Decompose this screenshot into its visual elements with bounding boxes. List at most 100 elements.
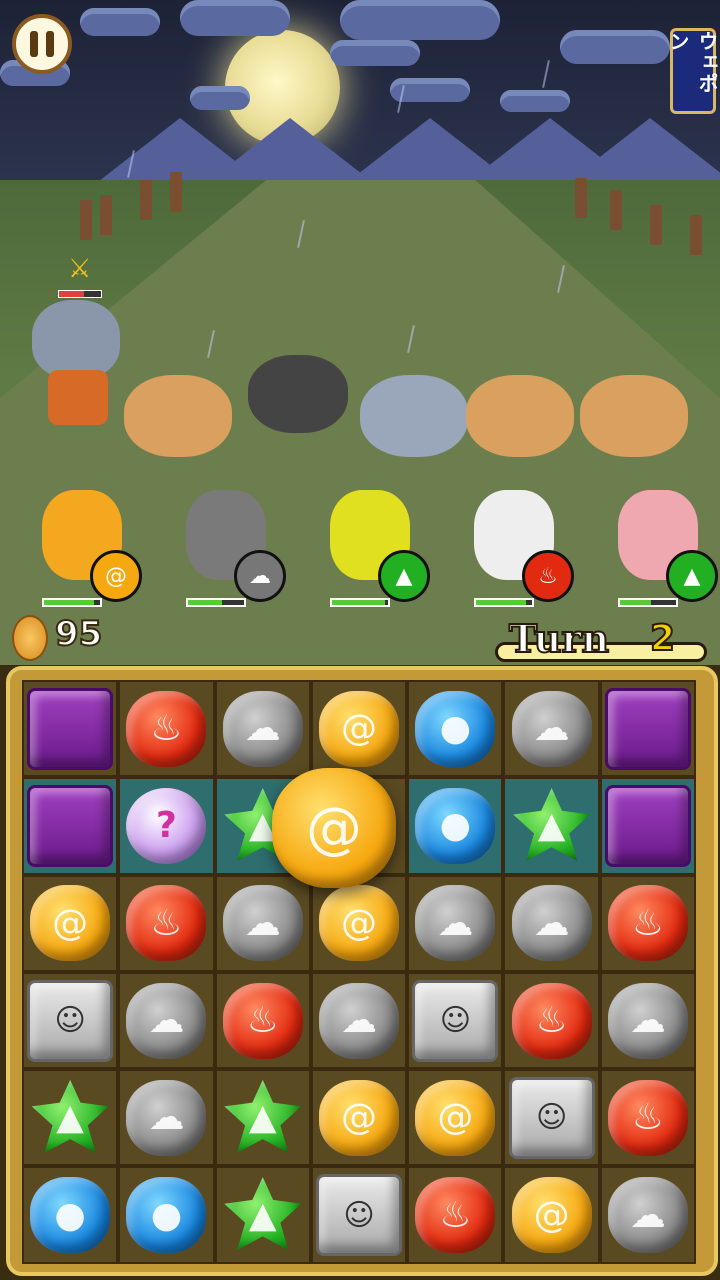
fence-post	[170, 172, 182, 212]
stone-tile[interactable]: ☺	[316, 1174, 403, 1257]
board-cell	[599, 777, 697, 875]
earth-tile[interactable]: ▲	[224, 1177, 302, 1251]
party-hp-bar	[474, 598, 534, 607]
pause-icon	[46, 31, 54, 57]
enemy-blob[interactable]	[580, 375, 688, 457]
held-wind-tile[interactable]: @	[272, 768, 396, 888]
party-member-fire[interactable]: ♨	[454, 480, 574, 610]
weapon-button[interactable]: ウェポン	[666, 28, 719, 114]
dark-tile[interactable]: ☁	[607, 982, 688, 1059]
stone-tile[interactable]: ☺	[27, 979, 114, 1062]
enemy-hp-bar	[58, 290, 102, 298]
enemy-hp-fill	[59, 291, 85, 297]
board-cell: ♨	[599, 1069, 697, 1167]
wind-tile[interactable]: @	[415, 1079, 496, 1156]
party-hp-fill	[620, 600, 651, 605]
fire-tile[interactable]: ♨	[222, 982, 303, 1059]
enemy-blob[interactable]	[466, 375, 574, 457]
block-tile[interactable]	[604, 784, 691, 867]
cloud	[180, 0, 290, 36]
board-cell: ☁	[503, 874, 600, 972]
dark-tile[interactable]: ☁	[415, 885, 496, 962]
wind-tile[interactable]: @	[319, 885, 400, 962]
dark-tile[interactable]: ☁	[511, 885, 592, 962]
board-cell: ♨	[599, 874, 697, 972]
board-cell: @	[503, 1166, 600, 1264]
wind-tile[interactable]: @	[319, 1079, 400, 1156]
earth-tile[interactable]: ▲	[31, 1079, 109, 1153]
enemy-blob[interactable]	[360, 375, 468, 457]
tornado-icon: @	[90, 550, 142, 602]
earth-tile[interactable]: ▲	[224, 1079, 302, 1153]
board-cell: ☁	[503, 680, 600, 778]
water-tile[interactable]: ●	[415, 690, 496, 767]
mystery-tile[interactable]: ?	[126, 787, 207, 864]
block-tile[interactable]	[604, 687, 691, 770]
board-cell: ▲	[214, 1166, 311, 1264]
dark-tile[interactable]: ☁	[607, 1177, 688, 1254]
dark-tile[interactable]: ☁	[319, 982, 400, 1059]
puzzle-grid: ♨ ☁ @ ● ☁? ▲ ● ▲ @ ♨ ☁ @ ☁ ☁ ♨ ☺ ☁ ♨ ☁ ☺ ♨ ☁ ▲ ☁ ▲ @ @ ☺ ♨ ● ● ▲ ☺ ♨ @ ☁	[22, 680, 697, 1264]
party-hp-fill	[188, 600, 222, 605]
board-cell: ●	[118, 1166, 215, 1264]
cloud	[500, 90, 570, 112]
stone-tile[interactable]: ☺	[508, 1076, 595, 1159]
board-cell: ●	[22, 1166, 119, 1264]
party-member-earth[interactable]: ▲	[598, 480, 718, 610]
enemy-body	[48, 370, 108, 425]
board-cell: ♨	[503, 971, 600, 1070]
fire-tile[interactable]: ♨	[126, 690, 207, 767]
board-cell: @	[310, 874, 408, 972]
pause-button[interactable]	[12, 14, 72, 74]
board-cell: ♨	[118, 680, 215, 778]
dark-tile[interactable]: ☁	[511, 690, 592, 767]
wind-tile[interactable]: @	[30, 885, 111, 962]
cloud-icon: ☁	[234, 550, 286, 602]
sword-icon: ⚔	[68, 254, 92, 284]
wind-tile[interactable]: @	[319, 690, 400, 767]
fence-post	[575, 178, 587, 218]
board-cell: ♨	[214, 971, 311, 1070]
fence-post	[690, 215, 702, 255]
party-member-dark[interactable]: ☁	[166, 480, 286, 610]
party-hp-bar	[330, 598, 390, 607]
board-cell: ☺	[407, 971, 504, 1070]
dark-tile[interactable]: ☁	[126, 1079, 207, 1156]
board-cell: ☁	[214, 680, 311, 778]
fire-tile[interactable]: ♨	[126, 885, 207, 962]
fence-post	[610, 190, 622, 230]
cloud	[190, 86, 250, 110]
turn-number: 2	[649, 617, 676, 660]
board-cell: ▲	[22, 1069, 119, 1167]
party-hp-fill	[476, 600, 527, 605]
wind-tile[interactable]: @	[511, 1177, 592, 1254]
water-tile[interactable]: ●	[30, 1177, 111, 1254]
board-cell	[599, 680, 697, 778]
stone-tile[interactable]: ☺	[412, 979, 499, 1062]
enemy-blob[interactable]	[248, 355, 348, 433]
party-hp-fill	[44, 600, 95, 605]
enemy-gray-cat[interactable]	[20, 300, 130, 440]
water-tile[interactable]: ●	[415, 787, 496, 864]
dark-tile[interactable]: ☁	[126, 982, 207, 1059]
party-hp-bar	[618, 598, 678, 607]
board-cell: ●	[407, 777, 504, 875]
cloud	[560, 30, 670, 64]
fire-tile[interactable]: ♨	[607, 1079, 688, 1156]
party-member-earth[interactable]: ▲	[310, 480, 430, 610]
board-cell: @	[310, 680, 408, 778]
earth-tile[interactable]: ▲	[513, 787, 591, 861]
board-cell: @	[407, 1069, 504, 1167]
fire-tile[interactable]: ♨	[607, 885, 688, 962]
water-tile[interactable]: ●	[126, 1177, 207, 1254]
block-tile[interactable]	[27, 784, 114, 867]
block-tile[interactable]	[27, 687, 114, 770]
dark-tile[interactable]: ☁	[222, 690, 303, 767]
dark-tile[interactable]: ☁	[222, 885, 303, 962]
board-cell: ☁	[310, 971, 408, 1070]
enemy-blob[interactable]	[124, 375, 232, 457]
fire-tile[interactable]: ♨	[415, 1177, 496, 1254]
fire-tile[interactable]: ♨	[511, 982, 592, 1059]
party-member-wind[interactable]: @	[22, 480, 142, 610]
enemy-head	[32, 300, 120, 378]
